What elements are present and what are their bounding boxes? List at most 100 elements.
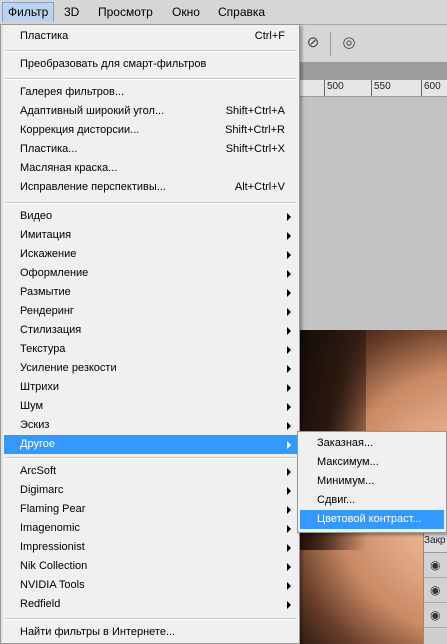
menu-item-pixelate[interactable]: Оформление <box>4 264 297 283</box>
layer-row[interactable]: ◉ <box>424 603 447 628</box>
menu-item-stylize[interactable]: Стилизация <box>4 321 297 340</box>
no-sample-icon[interactable]: ⊘ <box>304 34 322 52</box>
menu-item-label: Redfield <box>20 598 61 610</box>
menu-item-redfield[interactable]: Redfield <box>4 595 297 614</box>
layer-row[interactable]: ◉ <box>424 553 447 578</box>
eye-icon[interactable]: ◉ <box>430 558 440 572</box>
menu-view-label: Просмотр <box>98 5 153 19</box>
submenu-item-label: Заказная... <box>317 437 374 449</box>
menu-item-label: Оформление <box>20 267 89 279</box>
menu-item-noise[interactable]: Шум <box>4 397 297 416</box>
menu-item-label: Усиление резкости <box>20 362 117 374</box>
menu-item-lens-correction[interactable]: Коррекция дисторсии... Shift+Ctrl+R <box>4 121 297 140</box>
submenu-arrow-icon <box>287 403 291 411</box>
menu-filter[interactable]: Фильтр <box>2 2 55 22</box>
menu-item-filter-gallery[interactable]: Галерея фильтров... <box>4 83 297 102</box>
menu-item-last-filter[interactable]: Пластика Ctrl+F <box>4 27 297 46</box>
menu-item-impressionist[interactable]: Impressionist <box>4 538 297 557</box>
menu-item-label: Imagenomic <box>20 522 80 534</box>
menu-item-render[interactable]: Рендеринг <box>4 302 297 321</box>
eye-icon[interactable]: ◉ <box>430 608 440 622</box>
menu-item-sketch[interactable]: Эскиз <box>4 416 297 435</box>
submenu-item-offset[interactable]: Сдвиг... <box>300 491 444 510</box>
filter-menu: Пластика Ctrl+F Преобразовать для смарт-ф… <box>0 24 300 644</box>
menu-help-label: Справка <box>218 5 266 19</box>
ruler-tick <box>371 80 372 96</box>
submenu-item-minimum[interactable]: Минимум... <box>300 472 444 491</box>
menu-item-texture[interactable]: Текстура <box>4 340 297 359</box>
submenu-arrow-icon <box>287 308 291 316</box>
menu-item-convert-smart-filters[interactable]: Преобразовать для смарт-фильтров <box>4 55 297 74</box>
submenu-arrow-icon <box>287 525 291 533</box>
menu-item-liquify[interactable]: Пластика... Shift+Ctrl+X <box>4 140 297 159</box>
ruler-label: 550 <box>374 81 391 92</box>
canvas-pasteboard <box>296 97 447 330</box>
ruler-label: 500 <box>327 81 344 92</box>
menu-item-label: Исправление перспективы... <box>20 181 166 193</box>
layers-panel-tab[interactable]: Закр <box>424 530 447 553</box>
menu-3d[interactable]: 3D <box>58 3 85 21</box>
submenu-item-label: Максимум... <box>317 456 379 468</box>
submenu-arrow-icon <box>287 384 291 392</box>
menu-item-browse-filters-online[interactable]: Найти фильтры в Интернете... <box>4 623 297 642</box>
menu-item-arcsoft[interactable]: ArcSoft <box>4 462 297 481</box>
menu-item-adaptive-wide-angle[interactable]: Адаптивный широкий угол... Shift+Ctrl+A <box>4 102 297 121</box>
submenu-arrow-icon <box>287 487 291 495</box>
menu-item-label: Преобразовать для смарт-фильтров <box>20 58 207 70</box>
submenu-item-custom[interactable]: Заказная... <box>300 434 444 453</box>
layers-panel-tab-label: Закр <box>424 535 446 546</box>
submenu-item-maximum[interactable]: Максимум... <box>300 453 444 472</box>
menu-help[interactable]: Справка <box>212 3 271 21</box>
submenu-arrow-icon <box>287 601 291 609</box>
menu-item-artistic[interactable]: Имитация <box>4 226 297 245</box>
menu-item-label: Адаптивный широкий угол... <box>20 105 165 117</box>
menu-item-digimarc[interactable]: Digimarc <box>4 481 297 500</box>
menu-item-brush-strokes[interactable]: Штрихи <box>4 378 297 397</box>
menu-item-label: Текстура <box>20 343 66 355</box>
submenu-arrow-icon <box>287 232 291 240</box>
menu-filter-label: Фильтр <box>8 5 49 19</box>
menu-gutter <box>1 25 3 643</box>
submenu-arrow-icon <box>287 563 291 571</box>
layer-row[interactable]: ◉ <box>424 578 447 603</box>
menu-window[interactable]: Окно <box>166 3 206 21</box>
menu-item-vanishing-point[interactable]: Исправление перспективы... Alt+Ctrl+V <box>4 178 297 197</box>
eye-icon[interactable]: ◉ <box>430 583 440 597</box>
menu-item-flaming-pear[interactable]: Flaming Pear <box>4 500 297 519</box>
menu-item-imagenomic[interactable]: Imagenomic <box>4 519 297 538</box>
ruler-tick <box>324 80 325 96</box>
menu-view[interactable]: Просмотр <box>92 3 159 21</box>
menu-item-label: Nik Collection <box>20 560 88 572</box>
menu-item-label: NVIDIA Tools <box>20 579 85 591</box>
menu-item-shortcut: Shift+Ctrl+R <box>225 124 285 136</box>
menu-item-oil-paint[interactable]: Масляная краска... <box>4 159 297 178</box>
submenu-item-high-pass[interactable]: Цветовой контраст... <box>300 510 444 529</box>
submenu-arrow-icon <box>287 422 291 430</box>
menu-item-video[interactable]: Видео <box>4 207 297 226</box>
menu-item-label: Digimarc <box>20 484 64 496</box>
pressure-brush-icon[interactable]: ◎ <box>340 34 358 52</box>
menu-separator <box>5 78 296 80</box>
menu-item-sharpen[interactable]: Усиление резкости <box>4 359 297 378</box>
options-separator <box>330 32 331 56</box>
menu-item-shortcut: Ctrl+F <box>254 30 285 42</box>
menu-item-label: Коррекция дисторсии... <box>20 124 140 136</box>
menu-item-label: Шум <box>20 400 44 412</box>
menu-item-shortcut: Shift+Ctrl+A <box>225 105 285 117</box>
menu-item-shortcut: Alt+Ctrl+V <box>234 181 285 193</box>
document-tab-strip <box>296 63 447 80</box>
menu-item-distort[interactable]: Искажение <box>4 245 297 264</box>
menu-item-nvidia-tools[interactable]: NVIDIA Tools <box>4 576 297 595</box>
menu-item-label: Видео <box>20 210 53 222</box>
menu-item-nik-collection[interactable]: Nik Collection <box>4 557 297 576</box>
menu-item-label: Impressionist <box>20 541 85 553</box>
menu-item-label: Стилизация <box>20 324 82 336</box>
menu-item-other[interactable]: Другое <box>4 435 297 454</box>
menu-separator <box>5 457 296 459</box>
menu-item-label: ArcSoft <box>20 465 57 477</box>
menu-item-label: Галерея фильтров... <box>20 86 125 98</box>
menu-item-label: Найти фильтры в Интернете... <box>20 626 176 638</box>
other-submenu: Заказная... Максимум... Минимум... Сдвиг… <box>297 431 447 533</box>
menu-item-blur[interactable]: Размытие <box>4 283 297 302</box>
menu-item-label: Другое <box>20 438 55 450</box>
